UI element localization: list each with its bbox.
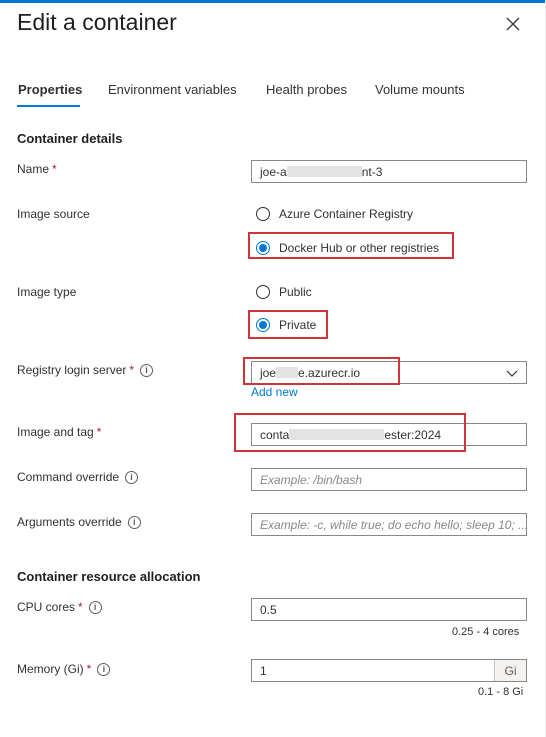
command-override-text: Command override <box>17 470 120 484</box>
cpu-cores-input[interactable]: 0.5 <box>251 598 527 621</box>
panel-title: Edit a container <box>17 9 177 35</box>
radio-label: Public <box>279 285 312 299</box>
tab-environment-variables[interactable]: Environment variables <box>108 82 237 97</box>
radio-label: Azure Container Registry <box>279 207 414 221</box>
cpu-cores-text: CPU cores <box>17 600 76 614</box>
memory-text: Memory (Gi) <box>17 662 84 676</box>
redacted-text <box>276 367 299 378</box>
image-and-tag-input[interactable]: conta ester:2024 <box>251 423 527 446</box>
radio-circle-selected <box>256 318 270 332</box>
arguments-override-input[interactable]: Example: -c, while true; do echo hello; … <box>251 513 527 536</box>
radio-public[interactable]: Public <box>256 285 312 299</box>
resource-allocation-heading: Container resource allocation <box>17 569 201 584</box>
radio-label: Private <box>279 318 317 332</box>
redacted-text <box>286 166 362 177</box>
active-tab-indicator <box>17 105 80 107</box>
radio-circle <box>256 285 270 299</box>
radio-circle <box>256 207 270 221</box>
add-new-link[interactable]: Add new <box>251 385 298 399</box>
name-label: Name * <box>17 162 57 176</box>
radio-docker-hub[interactable]: Docker Hub or other registries <box>256 241 439 255</box>
container-details-heading: Container details <box>17 131 123 146</box>
required-marker: * <box>96 425 102 439</box>
radio-circle-selected <box>256 241 270 255</box>
redacted-text <box>289 429 385 440</box>
registry-login-server-label: Registry login server * i <box>17 363 154 377</box>
info-icon[interactable]: i <box>125 470 139 484</box>
arguments-override-placeholder: Example: -c, while true; do echo hello; … <box>260 517 527 532</box>
memory-unit-suffix: Gi <box>494 660 526 681</box>
top-accent-bar <box>0 0 546 3</box>
name-label-text: Name <box>17 162 50 176</box>
arguments-override-label: Arguments override i <box>17 515 141 529</box>
image-and-tag-label: Image and tag * <box>17 425 101 439</box>
info-icon[interactable]: i <box>88 600 102 614</box>
image-tag-value-start: conta <box>260 427 290 442</box>
name-value-end: nt-3 <box>361 164 383 179</box>
required-marker: * <box>52 162 57 176</box>
radio-private[interactable]: Private <box>256 318 316 332</box>
info-icon[interactable]: i <box>127 515 141 529</box>
tab-health-probes[interactable]: Health probes <box>266 82 347 97</box>
image-source-label: Image source <box>17 207 90 221</box>
name-value-start: joe-a <box>260 164 287 179</box>
registry-login-server-dropdown[interactable]: joe e.azurecr.io <box>251 361 527 384</box>
memory-range-hint: 0.1 - 8 Gi <box>478 686 524 698</box>
radio-azure-container-registry[interactable]: Azure Container Registry <box>256 207 413 221</box>
required-marker: * <box>78 600 83 614</box>
chevron-down-icon <box>506 370 518 377</box>
cpu-cores-label: CPU cores * i <box>17 600 102 614</box>
required-marker: * <box>86 662 92 676</box>
command-override-input[interactable]: Example: /bin/bash <box>251 468 527 491</box>
command-override-label: Command override i <box>17 470 139 484</box>
name-input[interactable]: joe-a nt-3 <box>251 160 527 183</box>
memory-value: 1 <box>260 663 267 678</box>
tab-properties[interactable]: Properties <box>18 82 82 97</box>
info-icon[interactable]: i <box>140 363 154 377</box>
image-tag-value-end: ester:2024 <box>384 427 442 442</box>
radio-label: Docker Hub or other registries <box>279 241 440 255</box>
arguments-override-text: Arguments override <box>17 515 122 529</box>
cpu-cores-range-hint: 0.25 - 4 cores <box>452 626 520 638</box>
cpu-cores-value: 0.5 <box>260 602 277 617</box>
registry-label-text: Registry login server <box>17 363 127 377</box>
close-icon[interactable] <box>503 14 523 34</box>
registry-value-end: e.azurecr.io <box>298 365 361 380</box>
command-override-placeholder: Example: /bin/bash <box>260 472 363 487</box>
tab-volume-mounts[interactable]: Volume mounts <box>375 82 465 97</box>
image-tag-label-text: Image and tag <box>17 425 94 439</box>
memory-label: Memory (Gi) * i <box>17 662 111 676</box>
memory-input[interactable]: 1 Gi <box>251 659 527 682</box>
registry-value-start: joe <box>260 365 277 380</box>
required-marker: * <box>129 363 135 377</box>
image-type-label: Image type <box>17 285 77 299</box>
info-icon[interactable]: i <box>97 662 111 676</box>
